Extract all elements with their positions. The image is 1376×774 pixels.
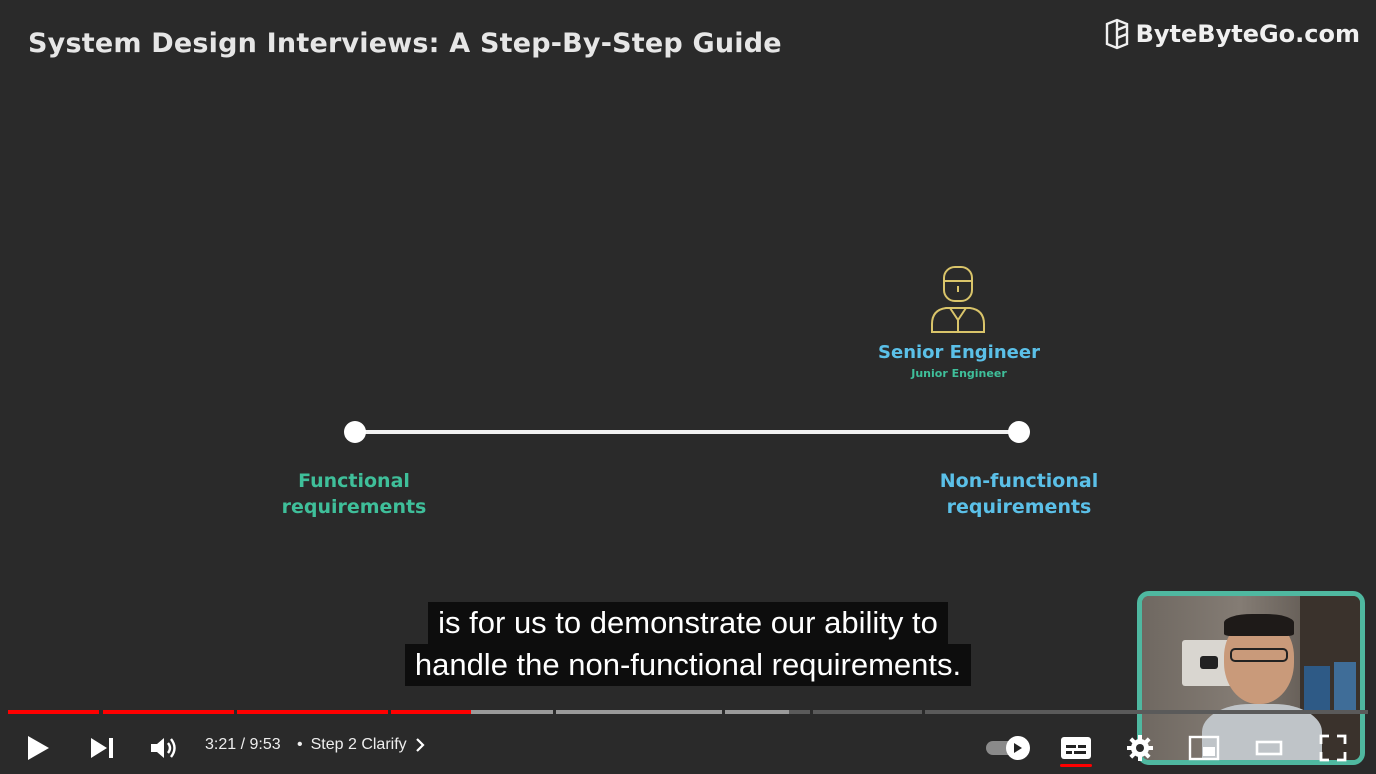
non-functional-requirements-label: Non-functional requirements [909, 468, 1129, 520]
volume-button[interactable] [144, 730, 184, 766]
junior-engineer-label: Junior Engineer [911, 367, 1007, 380]
next-icon [91, 738, 113, 758]
settings-button[interactable] [1120, 730, 1160, 766]
chapter-segment[interactable] [556, 710, 722, 714]
chapter-segment[interactable] [103, 710, 234, 714]
chapter-title: Step 2 Clarify [310, 736, 407, 753]
chapter-segment[interactable] [237, 710, 388, 714]
chapter-segment[interactable] [813, 710, 922, 714]
play-button[interactable] [18, 730, 58, 766]
theater-icon [1255, 740, 1283, 756]
chapter-segment[interactable] [8, 710, 99, 714]
autoplay-toggle-icon[interactable] [1006, 736, 1030, 760]
bytebytego-logo-icon [1105, 18, 1128, 50]
chapter-segment[interactable] [925, 710, 1368, 714]
play-icon [28, 736, 49, 760]
fullscreen-button[interactable] [1313, 730, 1353, 766]
subtitles-icon [1061, 737, 1091, 759]
chapter-button[interactable]: • Step 2 Clarify [297, 736, 425, 754]
chapter-segment[interactable] [391, 710, 553, 714]
functional-label-line1: Functional [298, 470, 410, 492]
progress-bar[interactable] [8, 710, 1368, 714]
requirements-spectrum-line [355, 430, 1019, 434]
subtitles-active-indicator [1060, 764, 1092, 767]
volume-icon [151, 738, 176, 758]
functional-label-line2: requirements [281, 496, 427, 518]
theater-mode-button[interactable] [1249, 730, 1289, 766]
miniplayer-icon [1188, 735, 1220, 761]
functional-requirements-label: Functional requirements [244, 468, 464, 520]
slide-title: System Design Interviews: A Step-By-Step… [28, 28, 782, 59]
engineer-icon [931, 266, 985, 333]
next-button[interactable] [82, 730, 122, 766]
caption-line: handle the non-functional requirements. [404, 644, 972, 686]
caption-line: is for us to demonstrate our ability to [428, 602, 948, 644]
chapter-bullet: • [297, 736, 303, 753]
fullscreen-icon [1319, 734, 1347, 762]
chapter-segment[interactable] [725, 710, 810, 714]
brand-text: ByteByteGo.com [1135, 20, 1360, 48]
brand-logo: ByteByteGo.com [1104, 18, 1360, 50]
subtitles-button[interactable] [1056, 730, 1096, 766]
non-functional-endpoint-dot [1008, 421, 1030, 443]
time-separator: / [240, 736, 246, 753]
player-controls: 3:21 / 9:53 • Step 2 Clarify [0, 722, 1376, 774]
senior-engineer-label: Senior Engineer [878, 342, 1040, 363]
chevron-right-icon [415, 738, 425, 752]
non-functional-label-line1: Non-functional [939, 470, 1099, 492]
functional-endpoint-dot [344, 421, 366, 443]
current-time: 3:21 [205, 736, 237, 753]
video-player[interactable]: System Design Interviews: A Step-By-Step… [0, 0, 1376, 774]
duration: 9:53 [249, 736, 281, 753]
time-display: 3:21 / 9:53 [205, 736, 281, 754]
non-functional-label-line2: requirements [946, 496, 1092, 518]
gear-icon [1127, 735, 1153, 761]
miniplayer-button[interactable] [1184, 730, 1224, 766]
